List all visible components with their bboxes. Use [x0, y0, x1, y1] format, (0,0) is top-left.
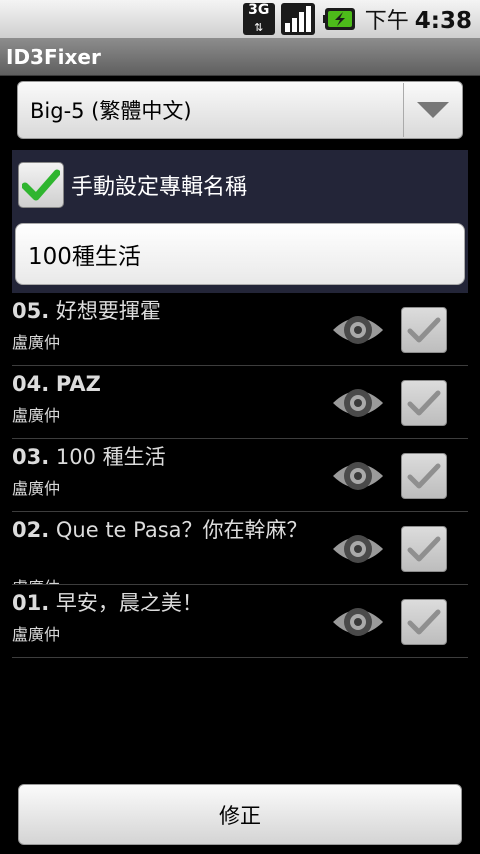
clock-ampm: 下午 — [364, 9, 409, 34]
track-title: 04. PAZ — [12, 370, 312, 398]
track-row[interactable]: 02. Que te Pasa？你在幹麻？ 盧廣仲 — [12, 512, 468, 585]
track-title: 03. 100 種生活 — [12, 443, 312, 471]
track-title: 02. Que te Pasa？你在幹麻？ — [12, 516, 312, 544]
check-icon — [407, 536, 441, 562]
encoding-spinner[interactable]: Big-5 (繁體中文) — [17, 81, 463, 139]
track-artist: 盧廣仲 — [12, 574, 60, 584]
track-row[interactable]: 03. 100 種生活 盧廣仲 — [12, 439, 468, 512]
encoding-selected-value: Big-5 (繁體中文) — [30, 99, 192, 123]
track-checkbox[interactable] — [401, 453, 447, 499]
eye-icon[interactable] — [330, 381, 386, 425]
track-name: Que te Pasa？你在幹麻？ — [55, 518, 308, 542]
eye-icon[interactable] — [330, 527, 386, 571]
network-3g-icon: 3G ⇅ — [242, 2, 275, 35]
track-number: 01. — [12, 591, 50, 615]
album-name-input[interactable]: 100種生活 — [15, 223, 465, 285]
check-icon — [407, 317, 441, 343]
triangle-down-icon — [417, 102, 449, 118]
check-icon — [22, 169, 60, 201]
track-name: 早安，晨之美！ — [55, 591, 203, 615]
track-checkbox[interactable] — [401, 526, 447, 572]
track-name: 100 種生活 — [55, 445, 166, 469]
check-icon — [407, 390, 441, 416]
track-checkbox[interactable] — [401, 380, 447, 426]
manual-album-row: 手動設定專輯名稱 — [18, 162, 247, 208]
check-icon — [407, 609, 441, 635]
network-activity-arrows: ⇅ — [254, 21, 264, 34]
track-number: 02. — [12, 518, 50, 542]
track-row[interactable]: 05. 好想要揮霍 盧廣仲 — [12, 293, 468, 366]
app-title-bar: ID3Fixer — [0, 38, 480, 76]
status-clock: 下午 4:38 — [365, 3, 472, 35]
eye-icon[interactable] — [330, 454, 386, 498]
track-name: 好想要揮霍 — [55, 299, 161, 323]
status-bar: 3G ⇅ 下午 4:38 — [0, 0, 480, 38]
track-number: 05. — [12, 299, 50, 323]
manual-album-label: 手動設定專輯名稱 — [71, 175, 248, 200]
track-checkbox[interactable] — [401, 599, 447, 645]
track-number: 04. — [12, 372, 50, 396]
battery-charging-icon — [322, 8, 355, 30]
eye-icon[interactable] — [330, 308, 386, 352]
track-row[interactable]: 01. 早安，晨之美！ 盧廣仲 — [12, 585, 468, 658]
fix-button[interactable]: 修正 — [18, 784, 462, 845]
check-icon — [407, 463, 441, 489]
app-title: ID3Fixer — [6, 44, 101, 69]
track-name: PAZ — [55, 372, 101, 396]
network-type: 3G — [248, 2, 270, 18]
clock-time: 4:38 — [414, 8, 472, 34]
dropdown-arrow-icon[interactable] — [404, 82, 462, 138]
manual-album-checkbox[interactable] — [18, 162, 64, 208]
track-number: 03. — [12, 445, 50, 469]
track-list: 05. 好想要揮霍 盧廣仲 04. PAZ 盧廣仲 03. 100 種生活 盧廣… — [12, 293, 468, 658]
track-artist: 盧廣仲 — [12, 625, 61, 644]
track-artist: 盧廣仲 — [12, 333, 61, 352]
eye-icon[interactable] — [330, 600, 386, 644]
album-settings-panel: 手動設定專輯名稱 100種生活 — [12, 150, 468, 293]
track-title: 01. 早安，晨之美！ — [12, 589, 312, 617]
track-row[interactable]: 04. PAZ 盧廣仲 — [12, 366, 468, 439]
track-title: 05. 好想要揮霍 — [12, 297, 312, 325]
track-artist: 盧廣仲 — [12, 406, 61, 425]
track-checkbox[interactable] — [401, 307, 447, 353]
track-artist: 盧廣仲 — [12, 479, 61, 498]
signal-icon — [280, 3, 315, 35]
